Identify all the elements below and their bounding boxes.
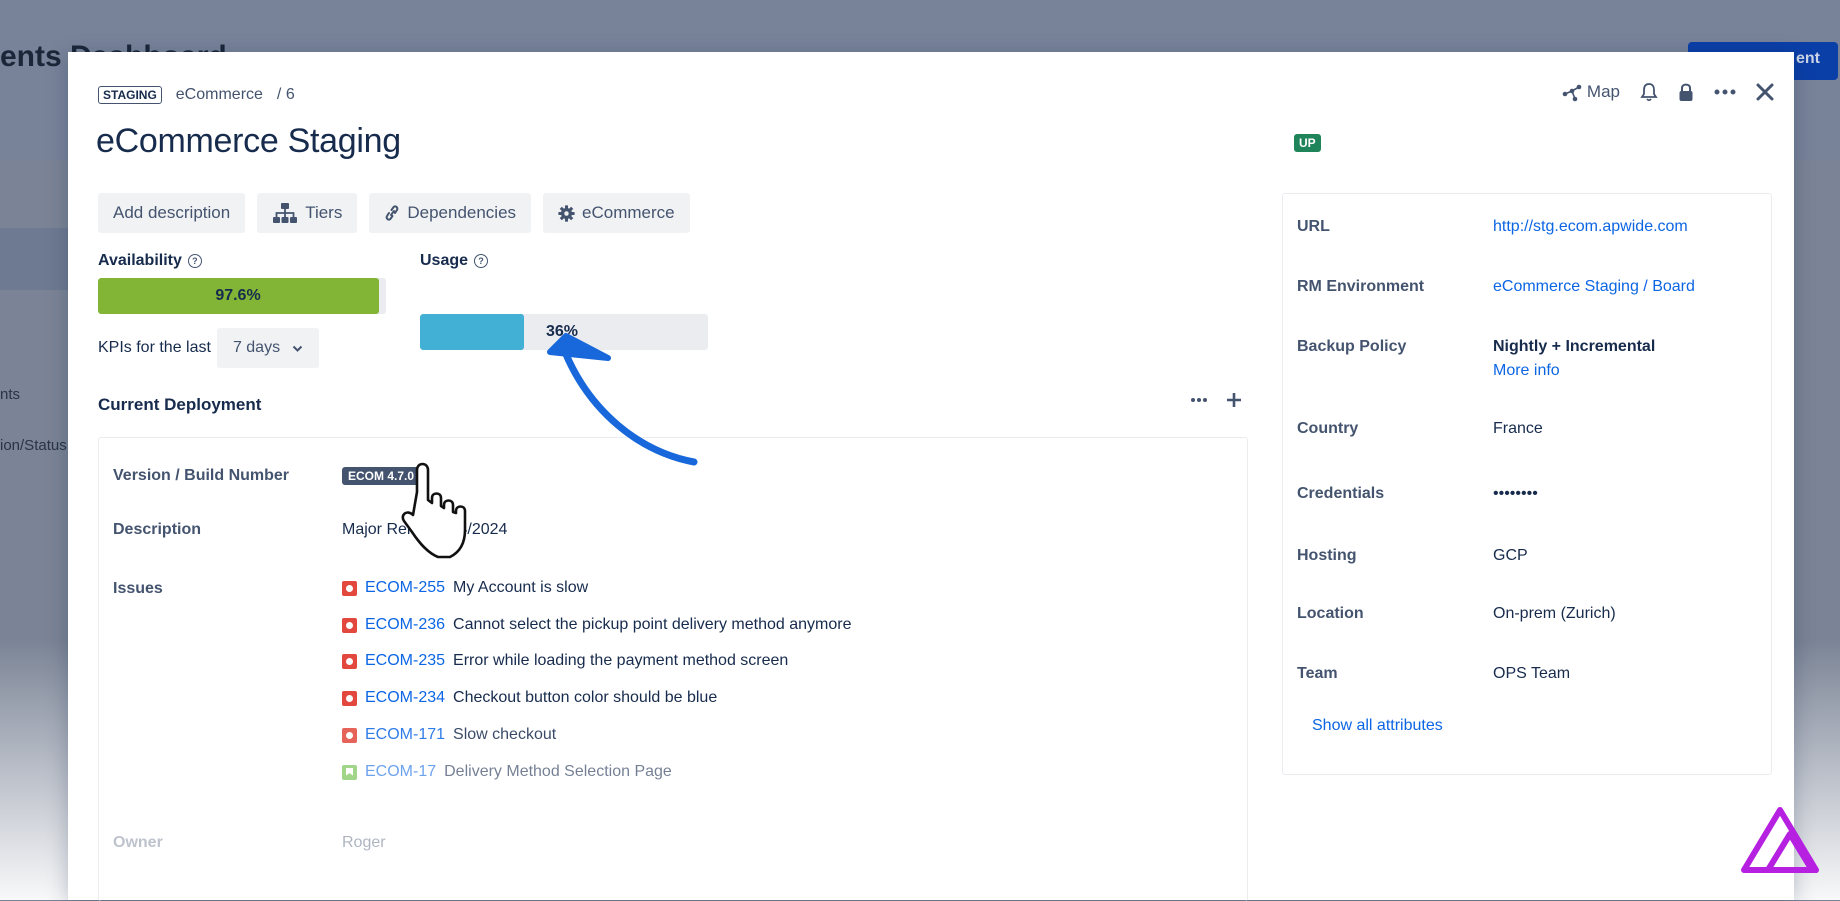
map-button[interactable]: Map xyxy=(1561,82,1620,102)
kpi-period-row: KPIs for the last 7 days xyxy=(98,328,320,368)
dependencies-button[interactable]: Dependencies xyxy=(369,193,532,233)
status-badge: UP xyxy=(1294,134,1321,152)
kpi-period-label: KPIs for the last xyxy=(98,339,211,356)
usage-bar-fill xyxy=(420,314,524,350)
usage-value: 36% xyxy=(546,323,579,340)
story-icon xyxy=(342,764,357,780)
owner-value: Roger xyxy=(342,834,386,851)
version-label: Version / Build Number xyxy=(113,467,290,484)
issue-row: ECOM-236 Cannot select the pickup point … xyxy=(342,616,851,634)
issue-summary: Checkout button color should be blue xyxy=(453,689,718,706)
lock-icon[interactable] xyxy=(1678,82,1694,102)
owner-label: Owner xyxy=(113,834,163,851)
rm-environment-label: RM Environment xyxy=(1297,278,1425,295)
issue-row: ECOM-255 My Account is slow xyxy=(342,579,588,597)
backup-more-info-link[interactable]: More info xyxy=(1493,362,1560,380)
credentials-label: Credentials xyxy=(1297,485,1385,502)
map-label: Map xyxy=(1586,82,1620,101)
version-lozenge[interactable]: ECOM 4.7.0 xyxy=(342,467,421,485)
issue-row: ECOM-235 Error while loading the payment… xyxy=(342,652,788,670)
team-label: Team xyxy=(1297,665,1338,682)
issue-row: ECOM-234 Checkout button color should be… xyxy=(342,689,717,707)
show-all-attributes-link[interactable]: Show all attributes xyxy=(1312,717,1443,735)
issue-row: ECOM-17 Delivery Method Selection Page xyxy=(342,763,672,781)
action-row: Add description Tiers Dependencies eComm… xyxy=(98,193,690,233)
gear-icon xyxy=(558,204,575,222)
add-description-button[interactable]: Add description xyxy=(98,193,246,233)
team-value: OPS Team xyxy=(1493,665,1571,682)
rm-environment-link[interactable]: eCommerce Staging xyxy=(1493,278,1639,295)
issues-label: Issues xyxy=(113,580,163,597)
background-band xyxy=(0,228,70,290)
more-icon[interactable] xyxy=(1714,88,1736,96)
issue-key[interactable]: ECOM-234 xyxy=(365,689,445,707)
issue-summary: Cannot select the pickup point delivery … xyxy=(453,616,852,633)
availability-label: Availability ? xyxy=(98,252,202,270)
location-label: Location xyxy=(1297,605,1364,622)
brand-logo-icon xyxy=(1741,807,1819,873)
issue-summary: My Account is slow xyxy=(453,579,589,596)
breadcrumb-number[interactable]: 6 xyxy=(286,86,295,103)
breadcrumb-separator: / xyxy=(276,86,282,103)
kpi-period-select[interactable]: 7 days xyxy=(216,328,320,368)
issue-key[interactable]: ECOM-17 xyxy=(365,763,436,781)
issue-key[interactable]: ECOM-235 xyxy=(365,652,445,670)
description-label: Description xyxy=(113,521,202,538)
environment-tag: STAGING xyxy=(98,86,162,104)
bug-icon xyxy=(342,617,357,633)
close-icon[interactable] xyxy=(1756,83,1774,101)
usage-bar: 36% xyxy=(420,314,708,350)
bug-icon xyxy=(342,653,357,669)
breadcrumb: STAGING eCommerce / 6 xyxy=(98,86,295,104)
issue-summary: Error while loading the payment method s… xyxy=(453,652,789,669)
page-title: eCommerce Staging xyxy=(96,122,401,160)
current-deployment-card: Version / Build Number ECOM 4.7.0 Descri… xyxy=(98,437,1248,901)
issue-summary: Delivery Method Selection Page xyxy=(444,763,672,780)
help-icon[interactable]: ? xyxy=(187,254,202,268)
usage-label: Usage ? xyxy=(420,252,489,270)
backup-policy-label: Backup Policy xyxy=(1297,338,1407,355)
link-icon xyxy=(386,205,399,221)
add-icon[interactable] xyxy=(1226,392,1242,408)
attributes-panel: URL http://stg.ecom.apwide.com RM Enviro… xyxy=(1282,193,1772,775)
more-icon[interactable] xyxy=(1190,397,1208,403)
header-actions: Map xyxy=(1561,82,1774,102)
rm-environment-value: eCommerce Staging / Board xyxy=(1493,278,1695,295)
ecommerce-category-button[interactable]: eCommerce xyxy=(543,193,690,233)
url-link[interactable]: http://stg.ecom.apwide.com xyxy=(1493,218,1688,236)
bug-icon xyxy=(342,580,357,596)
bell-icon[interactable] xyxy=(1640,82,1658,102)
hosting-label: Hosting xyxy=(1297,547,1357,564)
background-text: ion/Status xyxy=(0,437,67,454)
help-icon[interactable]: ? xyxy=(474,254,489,268)
issue-row: ECOM-171 Slow checkout xyxy=(342,726,556,744)
issue-key[interactable]: ECOM-171 xyxy=(365,726,445,744)
issue-key[interactable]: ECOM-255 xyxy=(365,579,445,597)
rm-board-link[interactable]: Board xyxy=(1652,278,1695,295)
bug-icon xyxy=(342,690,357,706)
chevron-down-icon xyxy=(292,345,303,352)
deployment-actions xyxy=(1190,392,1242,408)
country-value: France xyxy=(1493,420,1543,437)
bug-icon xyxy=(342,727,357,743)
current-deployment-title: Current Deployment xyxy=(98,395,262,414)
location-value: On-prem (Zurich) xyxy=(1493,605,1616,622)
url-label: URL xyxy=(1297,218,1330,235)
credentials-value[interactable]: •••••••• xyxy=(1493,485,1538,503)
breadcrumb-project[interactable]: eCommerce xyxy=(176,86,263,104)
description-value: Major Release 04/2024 xyxy=(342,521,508,538)
hierarchy-icon xyxy=(273,203,298,223)
map-icon xyxy=(1562,84,1582,102)
availability-value: 97.6% xyxy=(215,287,261,304)
hosting-value: GCP xyxy=(1493,547,1528,564)
issue-key[interactable]: ECOM-236 xyxy=(365,616,445,634)
version-value: ECOM 4.7.0 xyxy=(342,467,421,485)
background-text: nts xyxy=(0,386,21,403)
environment-modal: STAGING eCommerce / 6 eCommerce Staging … xyxy=(68,52,1794,901)
issue-summary: Slow checkout xyxy=(453,726,557,743)
availability-bar: 97.6% xyxy=(98,278,386,314)
backup-policy-value: Nightly + Incremental xyxy=(1493,338,1656,355)
tiers-button[interactable]: Tiers xyxy=(257,193,358,233)
country-label: Country xyxy=(1297,420,1359,437)
